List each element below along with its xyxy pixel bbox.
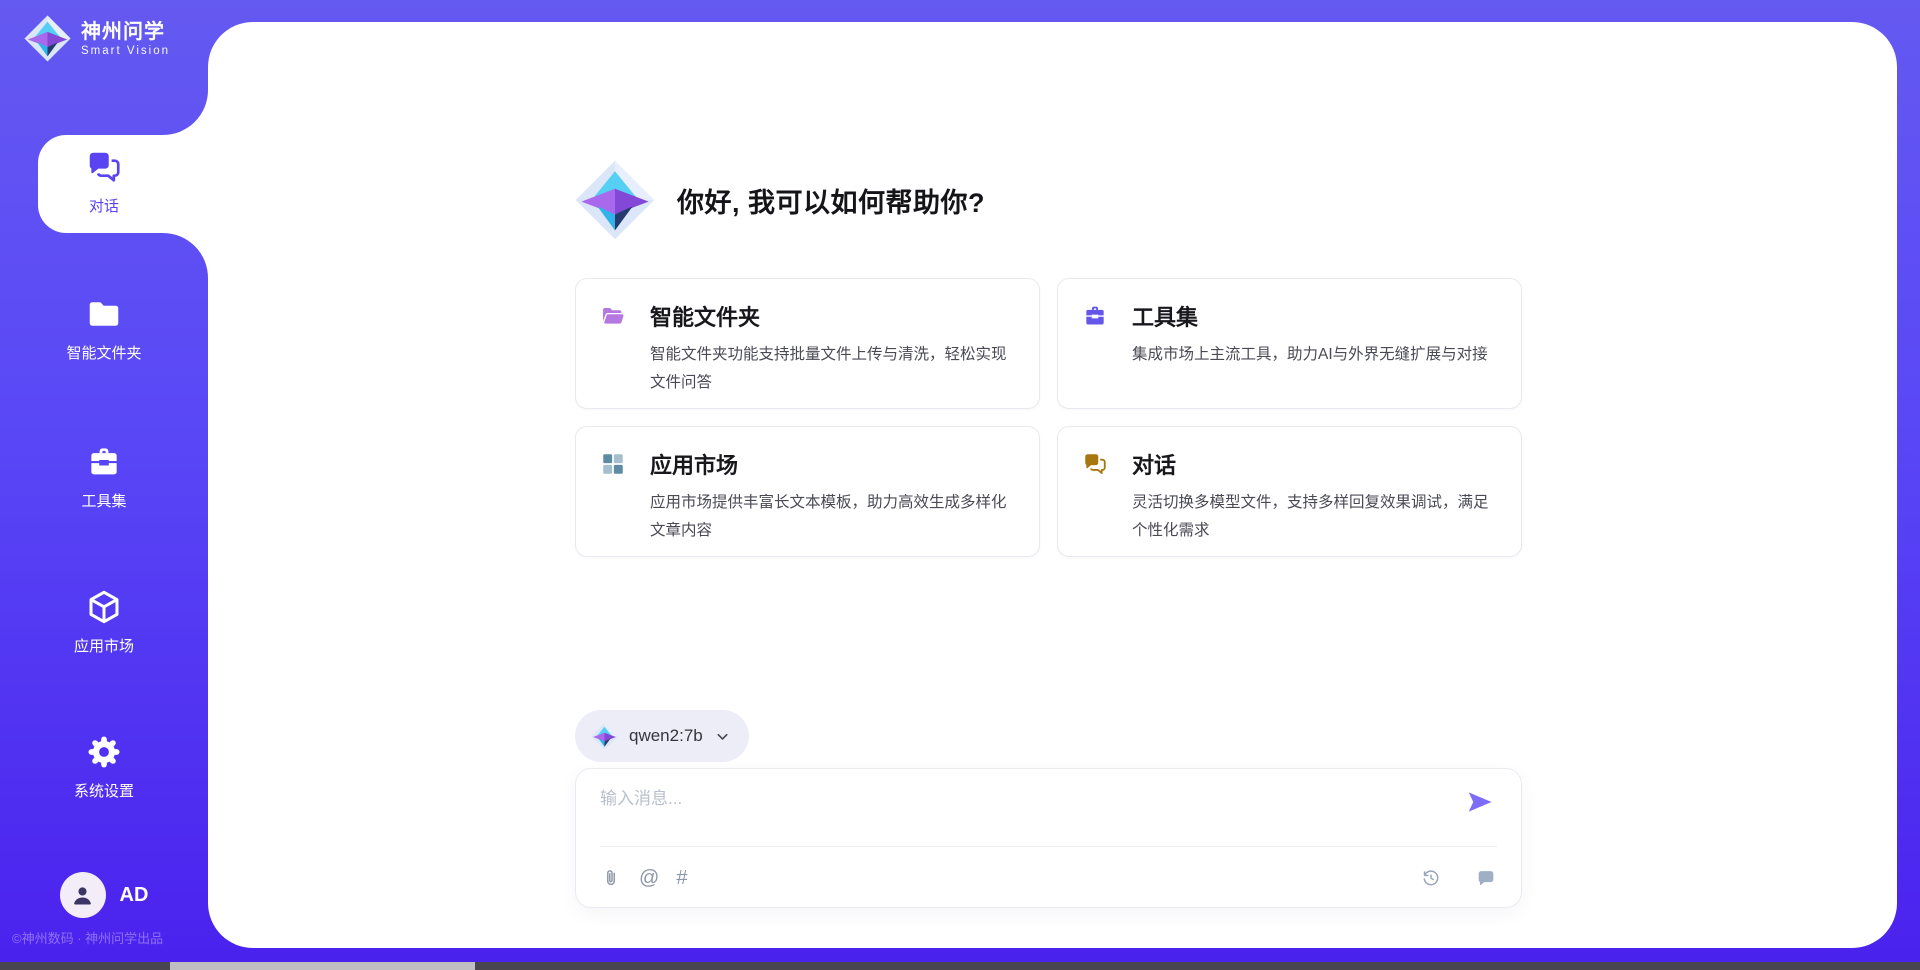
brand-logo: 神州问学 Smart Vision	[24, 15, 170, 62]
card-description: 集成市场上主流工具，助力AI与外界无缝扩展与对接	[1082, 341, 1495, 369]
folder-open-icon	[600, 303, 626, 329]
composer-divider	[600, 846, 1497, 847]
sidebar-item-label: 对话	[89, 195, 119, 216]
card-description: 应用市场提供丰富长文本模板，助力高效生成多样化文章内容	[600, 489, 1013, 545]
user-profile[interactable]: AD	[0, 872, 208, 918]
user-name: AD	[120, 884, 149, 907]
history-button[interactable]	[1420, 867, 1442, 889]
feature-cards: 智能文件夹 智能文件夹功能支持批量文件上传与清洗，轻松实现文件问答 工具集 集成…	[575, 278, 1522, 557]
at-icon[interactable]: @	[639, 868, 659, 888]
brand-subtitle: Smart Vision	[81, 45, 170, 57]
tab-fillet-bottom	[163, 233, 208, 278]
history-icon	[1420, 867, 1442, 889]
sidebar-item-chat[interactable]: 对话	[0, 148, 208, 216]
card-title: 智能文件夹	[650, 300, 760, 332]
sidebar-item-smart-folder[interactable]: 智能文件夹	[0, 295, 208, 363]
send-button[interactable]	[1465, 787, 1495, 817]
card-title: 对话	[1132, 448, 1176, 480]
card-chat[interactable]: 对话 灵活切换多模型文件，支持多样回复效果调试，满足个性化需求	[1057, 426, 1522, 557]
person-icon	[69, 882, 96, 909]
chevron-down-icon	[714, 728, 731, 745]
brand-name: 神州问学	[81, 21, 170, 43]
horizontal-scrollbar-track[interactable]	[0, 962, 1920, 970]
toolbox-icon	[1082, 303, 1108, 329]
grid-icon	[600, 451, 626, 477]
chat-icon	[1082, 451, 1108, 477]
copyright-text: ©神州数码 · 神州问学出品	[12, 928, 163, 947]
sidebar-item-label: 系统设置	[74, 780, 134, 801]
brand-diamond-icon	[24, 15, 71, 62]
sidebar-item-settings[interactable]: 系统设置	[0, 733, 208, 801]
toolbox-icon	[85, 443, 123, 481]
card-smart-folder[interactable]: 智能文件夹 智能文件夹功能支持批量文件上传与清洗，轻松实现文件问答	[575, 278, 1040, 409]
app-window: 神州问学 Smart Vision 对话 智能文件夹 工具集	[0, 0, 1920, 970]
chat-bubble-icon	[1475, 867, 1497, 889]
card-title: 应用市场	[650, 448, 738, 480]
feedback-button[interactable]	[1475, 867, 1497, 889]
sidebar-item-label: 智能文件夹	[66, 342, 141, 363]
paperclip-icon	[600, 867, 622, 889]
hash-icon[interactable]: #	[676, 868, 687, 888]
card-description: 灵活切换多模型文件，支持多样回复效果调试，满足个性化需求	[1082, 489, 1495, 545]
horizontal-scrollbar-thumb[interactable]	[170, 962, 475, 970]
card-title: 工具集	[1132, 300, 1198, 332]
greeting-title: 你好, 我可以如何帮助你?	[677, 181, 985, 220]
message-input[interactable]	[600, 789, 1441, 809]
sidebar-item-toolbox[interactable]: 工具集	[0, 443, 208, 511]
folder-icon	[85, 295, 123, 333]
card-description: 智能文件夹功能支持批量文件上传与清洗，轻松实现文件问答	[600, 341, 1013, 397]
card-toolbox[interactable]: 工具集 集成市场上主流工具，助力AI与外界无缝扩展与对接	[1057, 278, 1522, 409]
brand-diamond-icon	[575, 160, 655, 240]
greeting-block: 你好, 我可以如何帮助你?	[575, 160, 985, 240]
chat-icon	[85, 148, 123, 186]
send-icon	[1465, 787, 1495, 817]
attach-file-button[interactable]	[600, 867, 622, 889]
sidebar-item-app-market[interactable]: 应用市场	[0, 588, 208, 656]
tab-fillet-top	[163, 90, 208, 135]
sidebar-item-label: 应用市场	[74, 635, 134, 656]
model-name: qwen2:7b	[629, 726, 703, 746]
cube-icon	[85, 588, 123, 626]
brand-diamond-icon	[591, 723, 618, 750]
card-app-market[interactable]: 应用市场 应用市场提供丰富长文本模板，助力高效生成多样化文章内容	[575, 426, 1040, 557]
message-composer: @ #	[575, 768, 1522, 908]
sidebar: 神州问学 Smart Vision 对话 智能文件夹 工具集	[0, 0, 208, 970]
model-selector[interactable]: qwen2:7b	[575, 710, 749, 762]
avatar	[60, 872, 106, 918]
sidebar-item-label: 工具集	[81, 490, 126, 511]
gear-icon	[85, 733, 123, 771]
